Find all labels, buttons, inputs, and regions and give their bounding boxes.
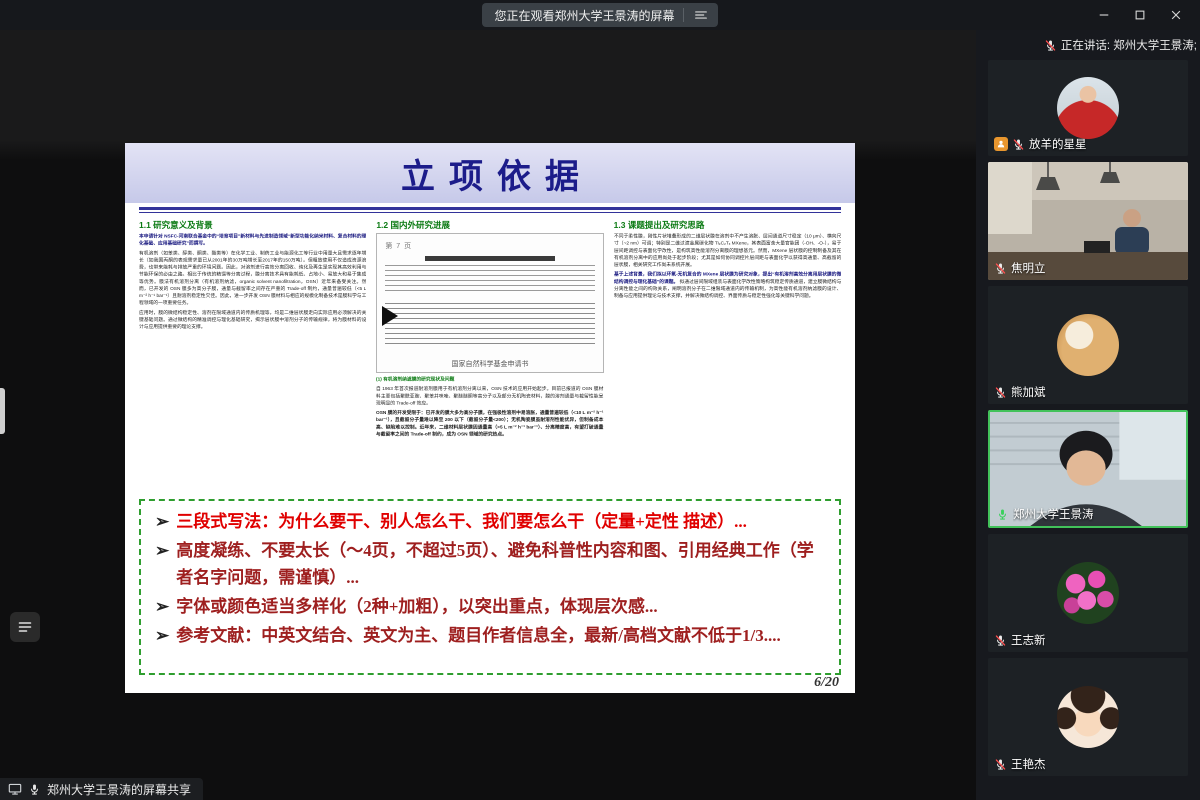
bullet-arrow: ➢ xyxy=(155,623,169,649)
note-bullet: ➢ 参考文献：中英文结合、英文为主、题目作者信息全，最新/高档文献不低于1/3.… xyxy=(155,623,825,649)
participant-name: 放羊的星星 xyxy=(1029,136,1087,152)
slide-title-band: 立项依据 xyxy=(125,143,855,203)
mic-muted-icon xyxy=(1044,39,1057,52)
minimize-button[interactable] xyxy=(1086,0,1122,30)
participant-tile[interactable]: 放羊的星星 xyxy=(988,60,1188,156)
slide-paragraph: 应用时，膜的微结构稳定性、溶剂在限域通道内的传质机理等，均是二维层状膜走向实际应… xyxy=(139,309,366,330)
active-speaker-label: 正在讲话: 郑州大学王景涛; xyxy=(1061,37,1197,53)
column-heading: 1.2 国内外研究进展 xyxy=(376,219,603,231)
slide-paragraph: 有机溶剂（如苯类、醇类、酮类、酯类等）在化学工业、制药工业与能源化工等行业中用量… xyxy=(139,250,366,307)
mic-icon xyxy=(28,783,41,796)
slide-title: 立项依据 xyxy=(387,149,593,198)
participant-name: 焦明立 xyxy=(1011,260,1046,276)
figure-text-lines xyxy=(385,303,594,347)
minimize-icon xyxy=(1098,9,1110,21)
presentation-slide: 立项依据 1.1 研究意义及背景 本申请针对 NSFC-河南联合基金中的“培育项… xyxy=(125,143,855,693)
mic-muted-icon xyxy=(1012,138,1025,151)
mic-muted-icon xyxy=(994,758,1007,771)
shared-screen-area: 立项依据 1.1 研究意义及背景 本申请针对 NSFC-河南联合基金中的“培育项… xyxy=(0,30,976,800)
avatar-photo-person-red xyxy=(1057,77,1119,139)
column-heading: 1.3 课题提出及研究思路 xyxy=(614,219,841,231)
slide-subheading: (1) 有机溶剂纳滤膜的研究现状及问题 xyxy=(376,376,603,383)
participant-tile[interactable]: 焦明立 xyxy=(988,162,1188,280)
contact-badge-icon xyxy=(994,137,1008,151)
slide-page-number: 6/20 xyxy=(814,675,839,691)
presenter-notes-box: ➢ 三段式写法：为什么要干、别人怎么干、我们要怎么干（定量+定性 描述）... … xyxy=(139,499,841,675)
title-bar: 您正在观看郑州大学王景涛的屏幕 xyxy=(0,0,1200,30)
participant-tile[interactable]: 郑州大学王景涛 xyxy=(988,410,1188,528)
slide-paragraph: 本申请针对 NSFC-河南联合基金中的“培育项目”新材料与先进制造领域“新型功能… xyxy=(139,233,366,247)
maximize-icon xyxy=(1134,9,1146,21)
embedded-document-preview: 第 7 页 国家自然科学基金申请书 xyxy=(376,233,603,373)
avatar-photo-cat xyxy=(1057,314,1119,376)
maximize-button[interactable] xyxy=(1122,0,1158,30)
slide-paragraph: 自 1963 年首次报道耐溶剂膜用于有机溶剂分离以来，OSN 技术的应用开始起步… xyxy=(376,386,603,407)
close-button[interactable] xyxy=(1158,0,1194,30)
participants-sidebar: 正在讲话: 郑州大学王景涛; 放羊的星星 xyxy=(976,30,1200,800)
mic-muted-icon xyxy=(994,386,1007,399)
screen-share-label: 郑州大学王景涛的屏幕共享 xyxy=(47,781,191,798)
note-bullet: ➢ 字体或颜色适当多样化（2种+加粗），以突出重点，体现层次感... xyxy=(155,594,825,620)
avatar-photo-flowers xyxy=(1057,562,1119,624)
active-speaker-banner: 正在讲话: 郑州大学王景涛; xyxy=(976,30,1200,60)
participant-name: 王志新 xyxy=(1011,632,1046,648)
figure-cursor-wedge xyxy=(382,306,398,326)
slide-column-2: 1.2 国内外研究进展 第 7 页 国家自然科学基金申请书 (1) 有机溶剂纳滤… xyxy=(376,219,603,491)
figure-title-bar xyxy=(425,256,555,261)
close-icon xyxy=(1170,9,1182,21)
participant-name: 郑州大学王景涛 xyxy=(1013,506,1094,522)
figure-caption: 国家自然科学基金申请书 xyxy=(377,359,602,369)
mic-live-icon xyxy=(996,508,1009,521)
bullet-arrow: ➢ xyxy=(155,509,169,535)
slide-column-1: 1.1 研究意义及背景 本申请针对 NSFC-河南联合基金中的“培育项目”新材料… xyxy=(139,219,366,491)
bullet-arrow: ➢ xyxy=(155,594,169,620)
screen-menu-button[interactable] xyxy=(692,6,710,24)
slide-paragraph: 不同于柔性膜，刚性片状堆叠形成的二维层状膜在溶剂中不产生溶胀、层间通道尺寸稳定（… xyxy=(614,233,841,269)
agenda-panel-toggle-button[interactable] xyxy=(10,612,40,642)
figure-text-lines xyxy=(385,265,594,295)
bullet-arrow: ➢ xyxy=(155,538,169,591)
participant-tile-list: 放羊的星星 xyxy=(976,60,1200,776)
divider xyxy=(683,8,684,22)
note-bullet: ➢ 高度凝练、不要太长（～4页，不超过5页）、避免科普性内容和图、引用经典工作（… xyxy=(155,538,825,591)
participant-tile[interactable]: 熊加斌 xyxy=(988,286,1188,404)
list-icon xyxy=(17,619,33,635)
mic-muted-icon xyxy=(994,262,1007,275)
participant-name: 王艳杰 xyxy=(1011,756,1046,772)
column-heading: 1.1 研究意义及背景 xyxy=(139,219,366,231)
window-controls xyxy=(1086,0,1194,30)
figure-header: 第 7 页 xyxy=(385,241,594,251)
slide-paragraph: OSN 膜的开发受限于：已开发的膜大多为高分子膜，在强极性溶剂中易溶胀，通量普遍… xyxy=(376,410,603,439)
slide-columns: 1.1 研究意义及背景 本申请针对 NSFC-河南联合基金中的“培育项目”新材料… xyxy=(125,213,855,491)
watching-banner: 您正在观看郑州大学王景涛的屏幕 xyxy=(482,3,717,27)
participant-tile[interactable]: 王志新 xyxy=(988,534,1188,652)
avatar-cartoon-girl xyxy=(1057,686,1119,748)
participant-tile[interactable]: 王艳杰 xyxy=(988,658,1188,776)
slide-column-3: 1.3 课题提出及研究思路 不同于柔性膜，刚性片状堆叠形成的二维层状膜在溶剂中不… xyxy=(614,219,841,491)
mic-muted-icon xyxy=(994,634,1007,647)
scroll-indicator[interactable] xyxy=(0,388,5,434)
note-bullet: ➢ 三段式写法：为什么要干、别人怎么干、我们要怎么干（定量+定性 描述）... xyxy=(155,509,825,535)
hamburger-icon xyxy=(694,8,708,22)
screen-share-status: 郑州大学王景涛的屏幕共享 xyxy=(0,778,203,800)
slide-paragraph: 基于上述背景，我们拟以环氧-无机复合的 MXene 层状膜为研究对象，提出“有机… xyxy=(614,271,841,300)
watching-label: 您正在观看郑州大学王景涛的屏幕 xyxy=(494,7,674,24)
participant-name: 熊加斌 xyxy=(1011,384,1046,400)
screen-share-icon xyxy=(8,782,22,796)
